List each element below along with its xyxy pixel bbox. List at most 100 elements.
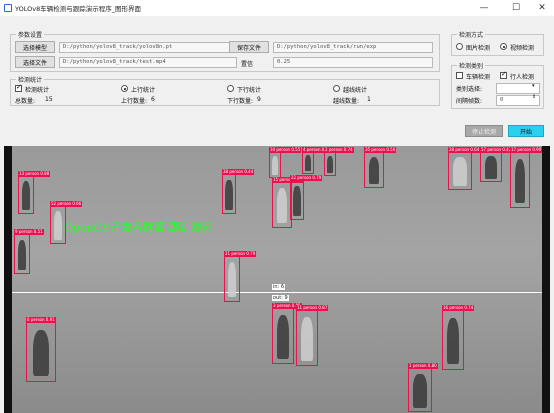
pedestrian-figure bbox=[368, 157, 380, 185]
detection-box: 1 person 0.80 bbox=[408, 363, 438, 412]
start-button[interactable]: 开始 bbox=[508, 125, 544, 137]
pedestrian-figure bbox=[293, 185, 301, 216]
detection-box: 4 person 0.92 bbox=[302, 147, 332, 174]
pedestrian-figure bbox=[305, 155, 311, 172]
pedestrian-figure bbox=[301, 317, 313, 361]
detection-box: 28 person 0.64 bbox=[448, 147, 481, 190]
pedestrian-figure bbox=[277, 315, 289, 359]
video-mode-radio[interactable] bbox=[500, 43, 507, 50]
conf-input[interactable]: 0.25 bbox=[273, 57, 433, 68]
counter-out: out: 9 bbox=[272, 295, 289, 301]
detection-label: 10 person 0.55 bbox=[269, 147, 302, 153]
display-mode-title: 检测方式 bbox=[457, 30, 486, 39]
watermark-text: OpenCV开发者联盟-跟踪演示 bbox=[64, 221, 213, 234]
pedestrian-figure bbox=[276, 188, 288, 224]
source-path-input[interactable]: D:/python/yolov8_track/test.mp4 bbox=[59, 57, 237, 68]
select-source-button[interactable]: 选择文件 bbox=[15, 56, 55, 68]
pedestrian-figure bbox=[225, 179, 233, 210]
minimize-button[interactable]: — bbox=[470, 0, 498, 16]
detection-label: 52 person 0.66 bbox=[50, 201, 83, 207]
pedestrian-figure bbox=[32, 329, 50, 377]
stat-down-radio[interactable] bbox=[227, 85, 234, 92]
detection-label: 38 person 0.44 bbox=[222, 169, 255, 175]
frame-interval-label: 间隔帧数: bbox=[456, 98, 483, 105]
detection-label: 57 person 0.42 bbox=[480, 147, 513, 153]
detection-box: 6 person 0.91 bbox=[26, 317, 56, 382]
person-detect-checkbox[interactable] bbox=[500, 70, 507, 79]
pedestrian-figure bbox=[272, 155, 278, 176]
stat-cross-label: 越线统计 bbox=[343, 87, 368, 94]
save-path-input[interactable]: D:/python/yolov8_track/run/exp bbox=[273, 42, 433, 53]
detection-box: 13 person 0.88 bbox=[18, 171, 51, 214]
total-count-label: 总数量: bbox=[15, 98, 36, 105]
detection-label: 6 person 0.91 bbox=[26, 317, 56, 323]
display-mode-group: 检测方式 图片检测 视频检测 bbox=[451, 30, 544, 56]
pedestrian-figure bbox=[53, 211, 63, 241]
person-detect-label: 行人检测 bbox=[510, 74, 535, 81]
down-count-label: 下行数量: bbox=[227, 98, 254, 105]
detection-box: 21 person 0.79 bbox=[224, 251, 257, 302]
pedestrian-figure bbox=[413, 374, 427, 408]
up-count-value: 6 bbox=[151, 96, 155, 103]
stats-group: 检测统计 检测统计 上行统计 下行统计 越线统计 总数量: 15 上行数量: 6… bbox=[10, 75, 440, 106]
total-count-value: 15 bbox=[45, 96, 53, 103]
chevron-down-icon: ▾ bbox=[532, 83, 535, 89]
cross-count-value: 1 bbox=[367, 96, 371, 103]
detection-box: 35 person 0.56 bbox=[364, 147, 397, 188]
pedestrian-figure bbox=[21, 181, 31, 211]
detection-box: 10 person 0.55 bbox=[269, 147, 302, 178]
spinner-arrows-icon: ⇕ bbox=[532, 94, 537, 100]
maximize-button[interactable]: ☐ bbox=[502, 0, 530, 16]
pedestrian-figure bbox=[327, 155, 333, 174]
detection-box: 9 person 0.51 bbox=[14, 229, 44, 274]
detection-label: 22 person 0.79 bbox=[290, 175, 323, 181]
detection-box: 16 person 0.74 bbox=[442, 305, 475, 370]
detection-label: 9 person 0.51 bbox=[14, 229, 44, 235]
stat-total-label: 检测统计 bbox=[25, 87, 50, 94]
stat-up-label: 上行统计 bbox=[131, 87, 156, 94]
detection-label: 17 person 0.90 bbox=[510, 147, 543, 153]
detection-box: 11 person 0.87 bbox=[296, 305, 329, 366]
car-detect-label: 车辆检测 bbox=[466, 74, 491, 81]
pedestrian-figure bbox=[17, 239, 27, 270]
app-icon bbox=[4, 4, 12, 12]
detection-box: 15 person 0.83 bbox=[272, 177, 305, 228]
counter-in: in: 6 bbox=[272, 284, 286, 290]
up-count-label: 上行数量: bbox=[121, 98, 148, 105]
stop-detect-button[interactable]: 停止检测 bbox=[465, 125, 503, 137]
detection-label: 11 person 0.87 bbox=[296, 305, 329, 311]
video-border-left bbox=[4, 146, 12, 413]
image-mode-radio[interactable] bbox=[456, 43, 463, 50]
detection-label: 2 person 0.74 bbox=[324, 147, 354, 153]
stat-up-radio[interactable] bbox=[121, 85, 128, 92]
detection-label: 21 person 0.79 bbox=[224, 251, 257, 257]
image-mode-label: 图片检测 bbox=[466, 45, 491, 52]
pedestrian-figure bbox=[227, 262, 237, 298]
config-group: 参数设置 选择模型 D:/python/yolov8_track/yolov8n… bbox=[10, 30, 440, 72]
title-bar: YOLOv8车辆检测与跟踪演示程序_图形界面 — ☐ ✕ bbox=[0, 0, 554, 16]
conf-label: 置信 bbox=[241, 61, 254, 68]
detection-label: 16 person 0.74 bbox=[442, 305, 475, 311]
detection-label: 28 person 0.64 bbox=[448, 147, 481, 153]
close-button[interactable]: ✕ bbox=[528, 0, 554, 16]
model-path-input[interactable]: D:/python/yolov8_track/yolov8n.pt bbox=[59, 42, 237, 53]
detection-box: 57 person 0.42 bbox=[480, 147, 513, 182]
video-display: OpenCV开发者联盟-跟踪演示 in: 6 out: 9 13 person … bbox=[4, 146, 550, 413]
pedestrian-figure bbox=[453, 157, 467, 187]
detection-box: 3 person 0.85 bbox=[272, 303, 302, 364]
stat-down-label: 下行统计 bbox=[237, 87, 262, 94]
detection-label: 13 person 0.88 bbox=[18, 171, 51, 177]
config-group-title: 参数设置 bbox=[16, 30, 45, 39]
stat-total-checkbox[interactable] bbox=[15, 83, 22, 92]
select-model-button[interactable]: 选择模型 bbox=[15, 41, 55, 53]
save-file-button[interactable]: 保存文件 bbox=[229, 41, 269, 53]
window-title: YOLOv8车辆检测与跟踪演示程序_图形界面 bbox=[15, 5, 141, 13]
car-detect-checkbox[interactable] bbox=[456, 72, 463, 79]
video-border-right bbox=[542, 146, 550, 413]
video-mode-label: 视频检测 bbox=[510, 45, 535, 52]
detection-box: 22 person 0.79 bbox=[290, 175, 323, 220]
pedestrian-figure bbox=[447, 317, 459, 365]
stat-cross-radio[interactable] bbox=[333, 85, 340, 92]
target-group: 检测类别 车辆检测 行人检测 类别选择: ▾ 间隔帧数: 0 ⇕ bbox=[451, 61, 544, 109]
detection-box: 38 person 0.44 bbox=[222, 169, 255, 214]
